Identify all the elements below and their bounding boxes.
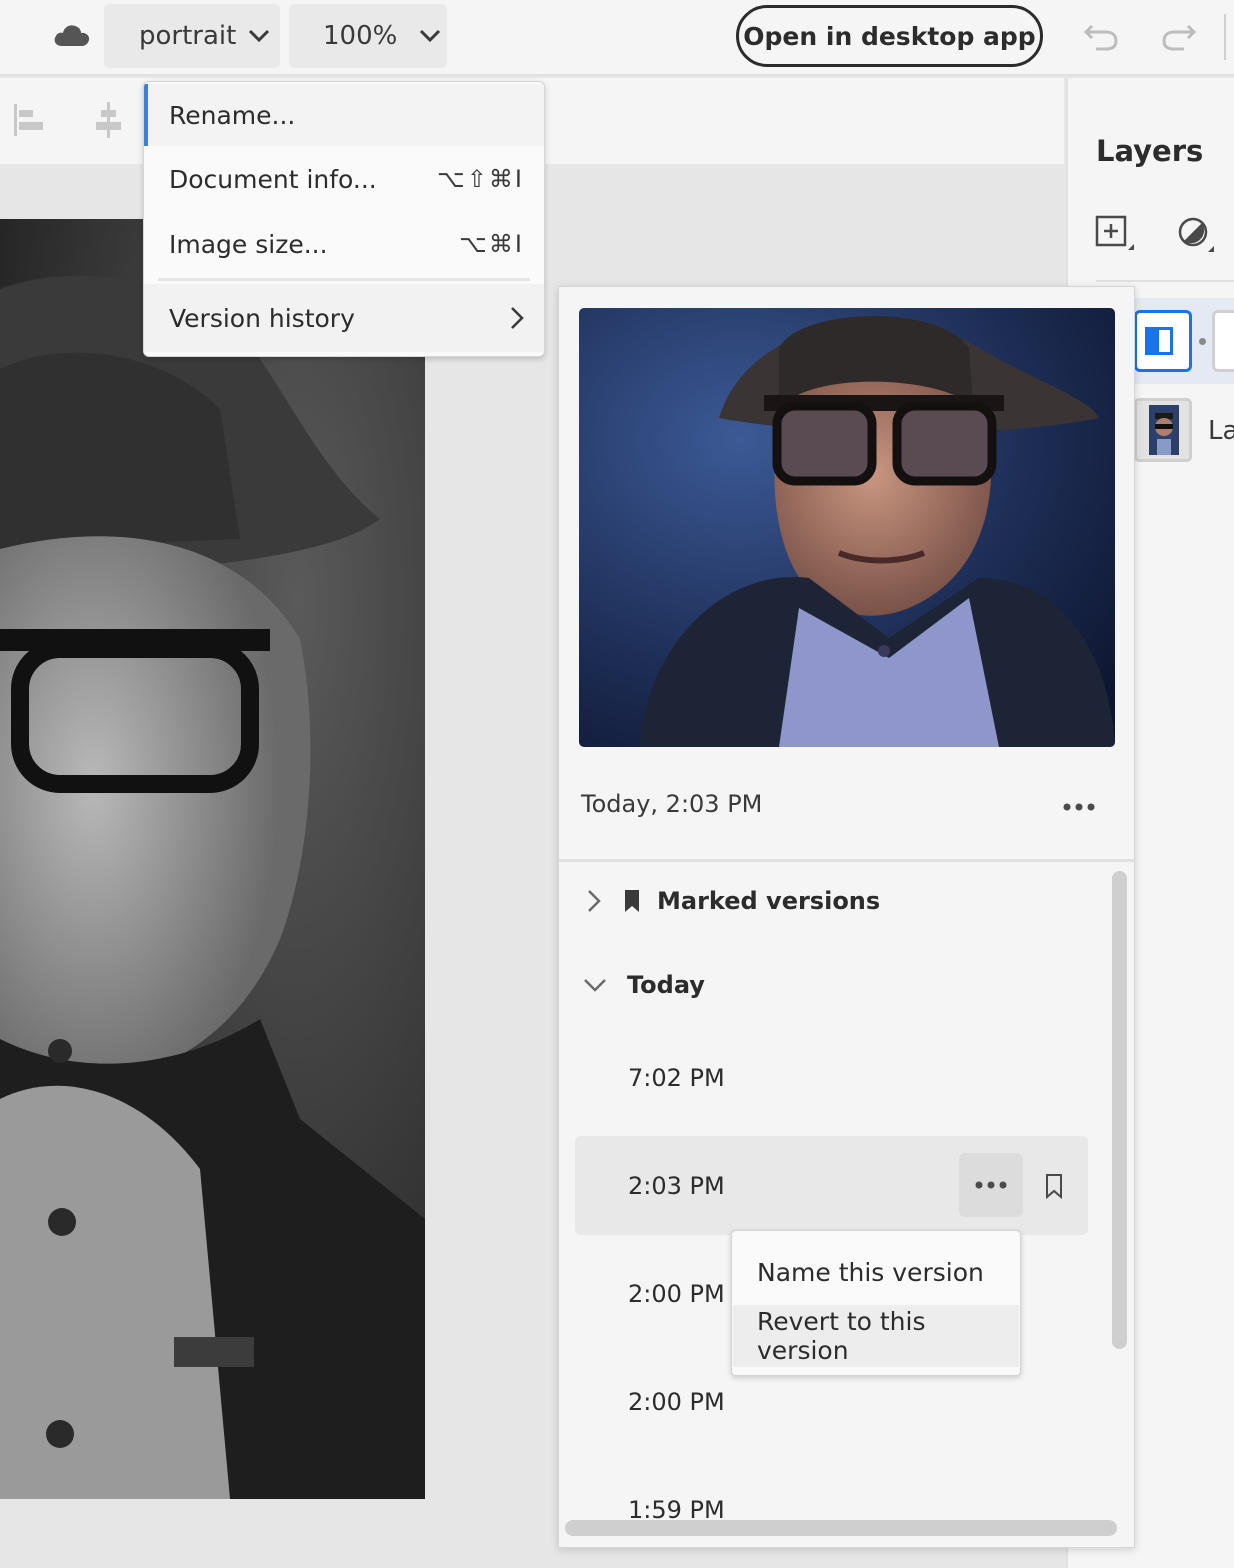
menu-item-document-info[interactable]: Document info... ⌥⇧⌘I: [144, 146, 544, 212]
marked-versions-label: Marked versions: [657, 887, 881, 915]
version-item[interactable]: 7:02 PM: [575, 1028, 1088, 1127]
keyboard-shortcut: ⌥⌘I: [459, 230, 524, 258]
zoom-dropdown[interactable]: 100%: [289, 4, 447, 68]
name-this-version-item[interactable]: Name this version: [733, 1241, 1019, 1303]
vertical-scrollbar[interactable]: [1112, 871, 1127, 1349]
more-icon[interactable]: [1059, 792, 1099, 822]
layer-mask-thumbnail[interactable]: [1212, 310, 1234, 372]
document-name-label: portrait: [139, 21, 237, 51]
menu-item-version-history[interactable]: Version history: [144, 284, 544, 352]
today-group-toggle[interactable]: Today: [583, 971, 705, 999]
version-preview-image: [579, 308, 1115, 747]
menu-item-label: Rename...: [169, 100, 296, 130]
bookmark-icon: [625, 890, 639, 912]
menu-item-label: Image size...: [169, 229, 328, 259]
document-name-dropdown[interactable]: portrait: [104, 4, 280, 68]
divider: [1224, 14, 1226, 60]
align-center-icon[interactable]: [92, 100, 126, 140]
version-time: 2:03 PM: [628, 1171, 725, 1200]
version-time: 7:02 PM: [628, 1063, 725, 1092]
adjustment-mask-thumbnail[interactable]: [1134, 310, 1192, 372]
chevron-down-icon: [584, 979, 606, 992]
link-indicator: [1199, 338, 1206, 345]
bookmark-outline-icon[interactable]: [1045, 1173, 1063, 1199]
chevron-right-icon: [588, 890, 601, 912]
layer-name-label: La: [1208, 416, 1234, 446]
keyboard-shortcut: ⌥⇧⌘I: [437, 165, 524, 193]
marked-versions-toggle[interactable]: Marked versions: [587, 887, 880, 915]
menu-item-label: Version history: [169, 303, 355, 333]
redo-icon[interactable]: [1160, 20, 1198, 52]
add-layer-icon[interactable]: [1094, 214, 1136, 256]
cloud-icon[interactable]: [52, 22, 92, 48]
open-in-desktop-button[interactable]: Open in desktop app: [736, 5, 1043, 67]
divider: [559, 859, 1134, 862]
canvas-image[interactable]: [0, 219, 425, 1499]
menu-item-rename[interactable]: Rename...: [144, 84, 544, 146]
preview-timestamp: Today, 2:03 PM: [581, 790, 763, 818]
layer-thumbnail[interactable]: [1134, 398, 1192, 462]
menu-item-label: Document info...: [169, 164, 377, 194]
align-left-icon[interactable]: [12, 100, 46, 140]
version-time: 2:00 PM: [628, 1279, 725, 1308]
menu-separator: [158, 278, 530, 281]
horizontal-scrollbar[interactable]: [565, 1520, 1117, 1536]
chevron-right-icon: [511, 307, 524, 329]
version-more-button[interactable]: [959, 1153, 1023, 1217]
chevron-down-icon: [249, 29, 270, 43]
revert-to-this-version-item[interactable]: Revert to this version: [733, 1305, 1019, 1367]
version-context-menu: Name this version Revert to this version: [731, 1230, 1021, 1376]
zoom-label: 100%: [323, 21, 398, 51]
version-item-selected[interactable]: 2:03 PM: [575, 1136, 1088, 1235]
divider: [1096, 280, 1234, 282]
today-label: Today: [627, 971, 705, 999]
version-time: 2:00 PM: [628, 1387, 725, 1416]
adjustment-layer-icon[interactable]: [1176, 214, 1216, 256]
top-bar: portrait 100% Open in desktop app: [0, 0, 1234, 76]
more-icon: [975, 1181, 1007, 1189]
undo-icon[interactable]: [1082, 20, 1120, 52]
mask-icon: [1145, 327, 1173, 355]
layers-title: Layers: [1096, 134, 1204, 168]
document-menu: Rename... Document info... ⌥⇧⌘I Image si…: [143, 81, 545, 357]
chevron-down-icon: [420, 29, 441, 43]
menu-item-image-size[interactable]: Image size... ⌥⌘I: [144, 212, 544, 276]
